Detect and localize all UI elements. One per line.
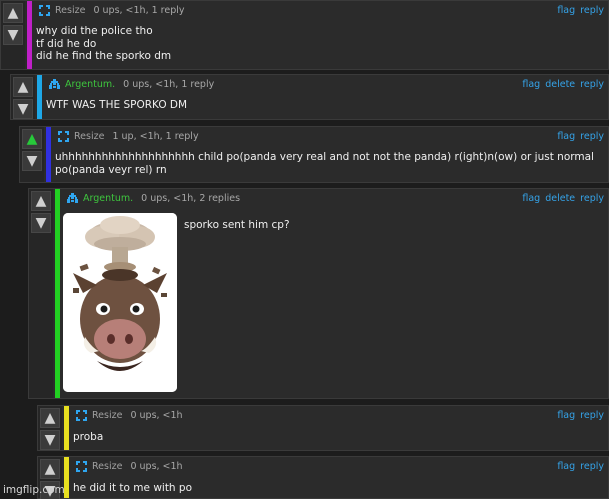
comment-line: tf did he do xyxy=(36,37,97,50)
username-link[interactable]: Argentum. xyxy=(83,193,133,204)
down-arrow-icon: ▼ xyxy=(44,432,56,448)
username-link[interactable]: Argentum. xyxy=(65,79,115,90)
thread-depth-bar xyxy=(27,1,32,69)
downvote-button[interactable]: ▼ xyxy=(13,99,33,119)
vote-column: ▲ ▼ xyxy=(1,1,25,69)
vote-column: ▲ ▼ xyxy=(38,406,62,450)
reply-link[interactable]: reply xyxy=(580,193,604,204)
comment-5: ▲ ▼ Resize 0 ups, <1h flag reply proba xyxy=(37,405,609,451)
imgflip-watermark: imgflip.com xyxy=(3,484,65,496)
comment-meta: Resize 0 ups, <1h flag reply xyxy=(75,459,604,473)
upvote-button[interactable]: ▲ xyxy=(22,129,42,149)
flag-link[interactable]: flag xyxy=(557,410,575,421)
upvote-button[interactable]: ▲ xyxy=(3,3,23,23)
flag-link[interactable]: flag xyxy=(557,461,575,472)
thread-depth-bar xyxy=(64,406,69,450)
bracket-avatar-icon[interactable] xyxy=(75,460,88,473)
downvote-button[interactable]: ▼ xyxy=(22,151,42,171)
thread-depth-bar xyxy=(55,189,60,398)
comment-stats: 0 ups, <1h, 2 replies xyxy=(141,192,241,204)
flag-link[interactable]: flag xyxy=(557,131,575,142)
comment-line: WTF WAS THE SPORKO DM xyxy=(46,99,188,111)
comment-stats: 0 ups, <1h, 1 reply xyxy=(123,78,215,90)
comment-line: proba xyxy=(73,431,104,443)
up-arrow-icon: ▲ xyxy=(44,410,56,426)
flag-link[interactable]: flag xyxy=(522,193,540,204)
comment-body: he did it to me with po xyxy=(73,482,192,495)
comment-line: sporko sent him cp? xyxy=(184,219,290,231)
comment-meta: Argentum. 0 ups, <1h, 1 reply flag delet… xyxy=(48,77,604,91)
down-arrow-icon: ▼ xyxy=(7,27,19,43)
comment-2: ▲ ▼ Argentum. 0 ups, <1h, 1 reply flag d… xyxy=(10,74,609,120)
username-link[interactable]: Resize xyxy=(55,5,85,16)
comment-6: ▲ ▼ Resize 0 ups, <1h flag reply he did … xyxy=(37,456,609,499)
username-link[interactable]: Resize xyxy=(92,461,122,472)
up-arrow-icon: ▲ xyxy=(7,5,19,21)
flag-link[interactable]: flag xyxy=(522,79,540,90)
bracket-avatar-icon[interactable] xyxy=(57,130,70,143)
down-arrow-icon: ▼ xyxy=(35,215,47,231)
vote-column: ▲ ▼ xyxy=(20,127,44,182)
reply-link[interactable]: reply xyxy=(580,79,604,90)
up-arrow-icon: ▲ xyxy=(35,193,47,209)
comment-meta: Resize 0 ups, <1h, 1 reply flag reply xyxy=(38,3,604,17)
comment-image[interactable] xyxy=(63,213,177,392)
comment-stats: 1 up, <1h, 1 reply xyxy=(112,130,199,142)
up-arrow-icon: ▲ xyxy=(44,461,56,477)
downvote-button[interactable]: ▼ xyxy=(3,25,23,45)
comment-body: why did the police tho tf did he do did … xyxy=(36,25,171,63)
down-arrow-icon: ▼ xyxy=(26,153,38,169)
comment-3: ▲ ▼ Resize 1 up, <1h, 1 reply flag reply… xyxy=(19,126,609,183)
comment-body: uhhhhhhhhhhhhhhhhhhhh child po(panda ver… xyxy=(55,151,594,176)
comment-body: proba xyxy=(73,431,103,444)
pixel-invader-avatar-icon[interactable] xyxy=(66,192,79,205)
comment-line: did he find the sporko dm xyxy=(36,50,172,62)
username-link[interactable]: Resize xyxy=(74,131,104,142)
up-arrow-icon: ▲ xyxy=(17,79,29,95)
downvote-button[interactable]: ▼ xyxy=(40,430,60,450)
thread-depth-bar xyxy=(46,127,51,182)
comment-4: ▲ ▼ Argentum. 0 ups, <1h, 2 replies flag… xyxy=(28,188,609,399)
reply-link[interactable]: reply xyxy=(580,461,604,472)
comment-meta: Resize 1 up, <1h, 1 reply flag reply xyxy=(57,129,604,143)
boar-explosion-image xyxy=(63,213,177,392)
reply-link[interactable]: reply xyxy=(580,410,604,421)
delete-link[interactable]: delete xyxy=(545,193,575,204)
upvote-button[interactable]: ▲ xyxy=(13,77,33,97)
thread-depth-bar xyxy=(37,75,42,119)
comment-line: why did the police tho xyxy=(36,25,153,37)
upvote-button[interactable]: ▲ xyxy=(40,408,60,428)
upvote-button[interactable]: ▲ xyxy=(40,459,60,479)
vote-column: ▲ ▼ xyxy=(29,189,53,398)
up-arrow-icon: ▲ xyxy=(26,131,38,147)
comment-line: po(panda veyr rel) rn xyxy=(55,163,167,176)
upvote-button[interactable]: ▲ xyxy=(31,191,51,211)
comment-meta: Resize 0 ups, <1h flag reply xyxy=(75,408,604,422)
comment-1: ▲ ▼ Resize 0 ups, <1h, 1 reply flag repl… xyxy=(0,0,609,70)
comment-line: he did it to me with po xyxy=(73,482,193,494)
pixel-invader-avatar-icon[interactable] xyxy=(48,78,61,91)
down-arrow-icon: ▼ xyxy=(17,101,29,117)
bracket-avatar-icon[interactable] xyxy=(38,4,51,17)
vote-column: ▲ ▼ xyxy=(11,75,35,119)
username-link[interactable]: Resize xyxy=(92,410,122,421)
delete-link[interactable]: delete xyxy=(545,79,575,90)
flag-link[interactable]: flag xyxy=(557,5,575,16)
downvote-button[interactable]: ▼ xyxy=(31,213,51,233)
comment-stats: 0 ups, <1h xyxy=(130,460,183,472)
comment-body: WTF WAS THE SPORKO DM xyxy=(46,99,187,112)
comment-body: sporko sent him cp? xyxy=(184,219,290,232)
comment-stats: 0 ups, <1h xyxy=(130,409,183,421)
comment-meta: Argentum. 0 ups, <1h, 2 replies flag del… xyxy=(66,191,604,205)
reply-link[interactable]: reply xyxy=(580,131,604,142)
comment-stats: 0 ups, <1h, 1 reply xyxy=(93,4,185,16)
bracket-avatar-icon[interactable] xyxy=(75,409,88,422)
comment-line: uhhhhhhhhhhhhhhhhhhhh child po(panda ver… xyxy=(55,151,594,163)
reply-link[interactable]: reply xyxy=(580,5,604,16)
